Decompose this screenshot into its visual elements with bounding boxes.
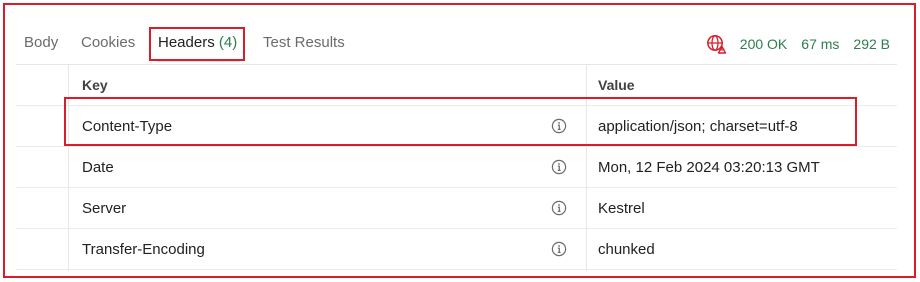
header-key: Transfer-Encoding (82, 241, 205, 258)
header-value: Kestrel (598, 200, 645, 217)
header-key: Server (82, 200, 127, 217)
info-icon[interactable] (551, 159, 567, 175)
headers-table: Key Value Content-Type application/json;… (16, 64, 897, 271)
table-row: Server Kestrel (16, 188, 897, 229)
info-icon[interactable] (551, 200, 567, 216)
headers-tab-highlight (149, 27, 245, 61)
response-status: 200 OK 67 ms 292 B (706, 34, 890, 54)
response-time: 67 ms (801, 36, 840, 52)
column-header-value: Value (598, 77, 635, 93)
globe-warning-icon[interactable] (706, 34, 726, 54)
tab-cookies[interactable]: Cookies (81, 34, 135, 51)
table-row: Date Mon, 12 Feb 2024 03:20:13 GMT (16, 147, 897, 188)
info-icon[interactable] (551, 241, 567, 257)
header-value: Mon, 12 Feb 2024 03:20:13 GMT (598, 159, 820, 176)
tab-body[interactable]: Body (24, 34, 58, 51)
table-row: Transfer-Encoding chunked (16, 229, 897, 270)
column-divider[interactable] (586, 65, 587, 271)
response-size: 292 B (853, 36, 890, 52)
header-value: chunked (598, 241, 655, 258)
status-code: 200 OK (739, 36, 788, 52)
column-divider (68, 65, 69, 271)
content-type-row-highlight (64, 97, 857, 146)
tab-test-results[interactable]: Test Results (263, 34, 345, 51)
header-key: Date (82, 159, 114, 176)
column-header-key: Key (82, 77, 108, 93)
